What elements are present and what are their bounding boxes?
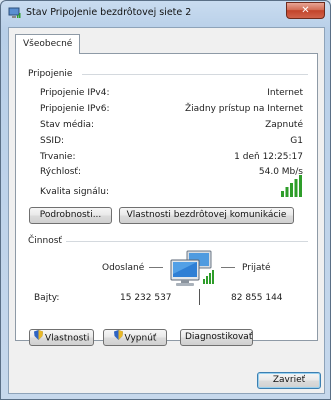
ipv4-value: Internet xyxy=(267,88,303,98)
duration-label: Trvanie: xyxy=(40,152,76,162)
signal-bar xyxy=(281,191,284,197)
close-window-button[interactable]: ✕ xyxy=(286,2,325,19)
received-line xyxy=(221,267,235,268)
details-button[interactable]: Podrobnosti... xyxy=(29,207,112,224)
title-bar[interactable]: Stav Pripojenie bezdrôtovej siete 2 ✕ xyxy=(1,1,330,25)
ssid-value: G1 xyxy=(290,136,303,146)
uac-shield-icon xyxy=(34,330,43,346)
signal-quality-label: Kvalita signálu: xyxy=(40,187,110,197)
ipv4-label: Pripojenie IPv4: xyxy=(40,88,110,98)
disable-button-label: Vypnúť xyxy=(124,333,157,344)
signal-bar xyxy=(285,187,289,197)
properties-button-label: Vlastnosti xyxy=(45,333,90,344)
wireless-network-icon xyxy=(8,6,22,20)
properties-button[interactable]: Vlastnosti xyxy=(29,329,94,346)
ssid-label: SSID: xyxy=(40,136,65,146)
media-state-label: Stav média: xyxy=(40,120,95,130)
bytes-sent-value: 15 232 537 xyxy=(120,293,172,303)
uac-shield-icon xyxy=(113,330,123,346)
ipv6-label: Pripojenie IPv6: xyxy=(40,104,110,114)
tab-panel-general: Pripojenie Pripojenie IPv4: Internet Pri… xyxy=(15,53,318,341)
sent-line xyxy=(149,267,163,268)
ipv6-value: Žiadny prístup na Internet xyxy=(184,104,303,114)
wireless-properties-button[interactable]: Vlastnosti bezdrôtovej komunikácie xyxy=(119,207,294,224)
activity-divider xyxy=(199,289,200,305)
bytes-received-value: 82 855 144 xyxy=(231,293,283,303)
speed-label: Rýchlosť: xyxy=(40,167,81,177)
section-heading-activity: Činnosť xyxy=(28,236,62,246)
media-state-value: Zapnuté xyxy=(265,120,303,130)
sent-label: Odoslané xyxy=(102,263,145,273)
bytes-label: Bajty: xyxy=(34,293,60,303)
tab-general[interactable]: Všeobecné xyxy=(15,34,81,54)
diagnose-button[interactable]: Diagnostikovať xyxy=(180,329,253,346)
duration-value: 1 deň 12:25:17 xyxy=(234,152,303,162)
signal-bar xyxy=(290,183,293,197)
dialog-client-area: Všeobecné Pripojenie Pripojenie IPv4: In… xyxy=(8,27,325,394)
section-heading-connection: Pripojenie xyxy=(28,69,73,79)
signal-bar xyxy=(299,175,302,197)
window-title: Stav Pripojenie bezdrôtovej siete 2 xyxy=(26,7,192,18)
disable-button[interactable]: Vypnúť xyxy=(103,329,167,346)
section-divider xyxy=(82,74,308,75)
close-button[interactable]: Zavrieť xyxy=(257,372,321,389)
received-label: Prijaté xyxy=(242,263,271,273)
signal-strength-icon xyxy=(280,175,304,200)
network-computers-icon xyxy=(167,247,219,298)
section-divider xyxy=(66,241,308,242)
dialog-window: Stav Pripojenie bezdrôtovej siete 2 ✕ Vš… xyxy=(0,0,331,400)
signal-bar xyxy=(294,179,298,197)
